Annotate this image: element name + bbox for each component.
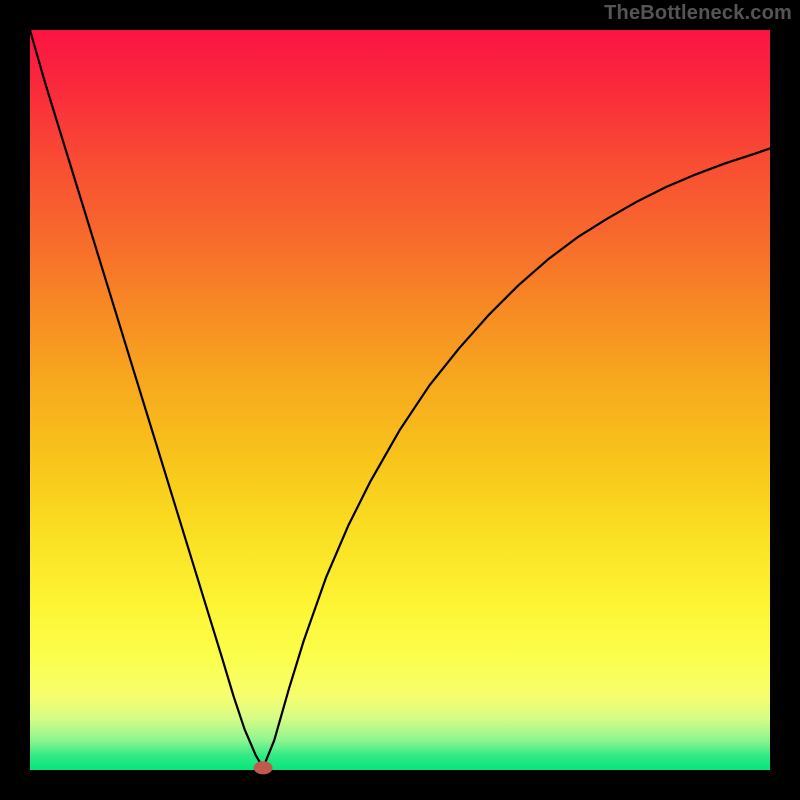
- curve-right-branch: [263, 148, 770, 767]
- curve-left-branch: [30, 30, 263, 768]
- plot-area: [30, 30, 770, 770]
- minimum-marker: [254, 762, 272, 774]
- chart-frame: TheBottleneck.com: [0, 0, 800, 800]
- chart-svg: [30, 30, 770, 770]
- watermark-text: TheBottleneck.com: [604, 2, 792, 25]
